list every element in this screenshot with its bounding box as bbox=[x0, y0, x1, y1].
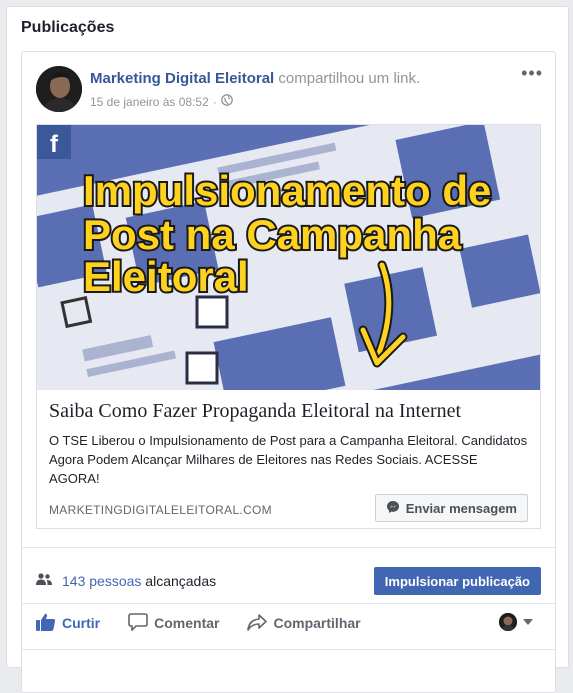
reach-count-link[interactable]: 143 pessoas bbox=[62, 573, 141, 589]
more-icon[interactable]: ••• bbox=[521, 64, 543, 82]
author-line: Marketing Digital Eleitoral compartilhou… bbox=[90, 70, 420, 87]
author-action-text: compartilhou um link. bbox=[278, 70, 421, 87]
post-actions: Curtir Comentar Compartilhar bbox=[36, 607, 541, 639]
divider bbox=[22, 649, 555, 650]
chevron-down-icon bbox=[523, 619, 533, 625]
share-button[interactable]: Compartilhar bbox=[247, 613, 361, 634]
thumbs-up-icon bbox=[36, 613, 56, 634]
comment-button[interactable]: Comentar bbox=[128, 612, 220, 634]
image-headline-line-3: Eleitoral bbox=[83, 253, 249, 300]
reach-row: 143 pessoas alcançadas Impulsionar publi… bbox=[36, 567, 541, 595]
post-card: Marketing Digital Eleitoral compartilhou… bbox=[21, 51, 556, 693]
post-as-selector[interactable] bbox=[499, 613, 533, 631]
post-timestamp[interactable]: 15 de janeiro às 08:52 bbox=[90, 95, 209, 109]
like-label: Curtir bbox=[62, 615, 101, 631]
meta-separator: · bbox=[212, 94, 217, 109]
panel-title: Publicações bbox=[21, 19, 115, 36]
image-headline-line-1: Impulsionamento de bbox=[83, 167, 491, 214]
shared-link-card[interactable]: f Impulsionamento de Post na Campanha El… bbox=[36, 124, 541, 529]
like-button[interactable]: Curtir bbox=[36, 613, 100, 634]
boost-post-button[interactable]: Impulsionar publicação bbox=[373, 567, 541, 595]
author-name-link[interactable]: Marketing Digital Eleitoral bbox=[90, 70, 274, 87]
share-label: Compartilhar bbox=[273, 615, 361, 631]
author-avatar[interactable] bbox=[36, 66, 82, 112]
facebook-logo-icon: f bbox=[50, 131, 59, 158]
profile-avatar bbox=[499, 613, 517, 631]
post-meta: 15 de janeiro às 08:52 · bbox=[90, 94, 233, 109]
link-title[interactable]: Saiba Como Fazer Propaganda Eleitoral na… bbox=[49, 400, 529, 423]
divider bbox=[22, 603, 555, 604]
send-message-button[interactable]: Enviar mensagem bbox=[374, 494, 528, 522]
messenger-icon bbox=[386, 500, 400, 517]
globe-icon[interactable] bbox=[220, 94, 233, 109]
share-icon bbox=[247, 613, 268, 634]
divider bbox=[22, 547, 555, 548]
send-message-label: Enviar mensagem bbox=[405, 500, 517, 516]
publications-panel: Publicações Marketing Digital Eleitoral … bbox=[6, 6, 569, 693]
reach-suffix: alcançadas bbox=[145, 573, 217, 589]
people-icon bbox=[36, 572, 52, 590]
link-domain: MARKETINGDIGITALELEITORAL.COM bbox=[49, 503, 272, 517]
link-description: O TSE Liberou o Impulsionamento de Post … bbox=[49, 433, 528, 486]
comment-icon bbox=[128, 612, 148, 634]
link-preview-image[interactable]: f Impulsionamento de Post na Campanha El… bbox=[37, 125, 540, 390]
image-headline-line-2: Post na Campanha bbox=[83, 211, 462, 258]
comment-label: Comentar bbox=[154, 615, 220, 631]
reach-text: 143 pessoas alcançadas bbox=[62, 573, 216, 589]
